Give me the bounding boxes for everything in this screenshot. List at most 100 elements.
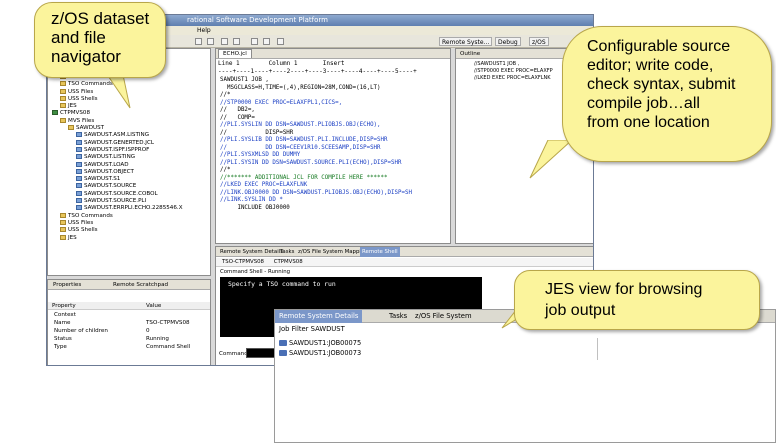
tree-item-label: CTPMVS08 <box>60 110 91 117</box>
source-editor[interactable]: ECHO.jcl Line 1 Column 1 Insert ----+---… <box>215 48 451 244</box>
perspective-debug[interactable]: Debug <box>495 37 521 46</box>
callout-navigator: z/OS dataset and file navigator <box>34 2 166 78</box>
forward-icon[interactable] <box>233 38 240 45</box>
folder-icon <box>60 212 66 218</box>
job-row[interactable]: SAWDUST1:JOB00073 <box>279 348 773 358</box>
shell-subtabs: TSO-CTPMVS08 CTPMVS08 <box>216 258 593 267</box>
dataset-icon <box>76 176 82 182</box>
tree-item-label: SAWDUST.S1 <box>84 176 121 183</box>
folder-icon <box>60 88 66 94</box>
run-icon[interactable] <box>263 38 270 45</box>
code-line[interactable]: //PLI.SYSIN DD DSN=SAWDUST.SOURCE.PLI(EC… <box>220 160 448 168</box>
callout-jes-text: JES view for browsing job output <box>545 281 703 319</box>
folder-icon <box>60 103 66 109</box>
tab-properties[interactable]: Properties <box>50 280 84 290</box>
code-line[interactable]: INCLUDE OBJ0000 <box>220 205 448 213</box>
folder-icon <box>60 219 66 225</box>
folder-icon <box>60 81 66 87</box>
tree-item[interactable]: JES <box>60 234 77 243</box>
tree-item-label: SAWDUST.OBJECT <box>84 168 134 175</box>
folder-icon <box>68 125 74 130</box>
tab-remote-system-details[interactable]: Remote System Details <box>218 247 285 257</box>
outline-item[interactable]: //SAWDUST1 JOB , <box>474 61 519 68</box>
code-line[interactable]: // DISP=SHR <box>220 130 448 138</box>
tab-echo-jcl[interactable]: ECHO.jcl <box>218 49 252 58</box>
subtab-ctpmvs08[interactable]: CTPMVS08 <box>274 259 303 265</box>
dataset-icon <box>76 198 82 203</box>
perspective-remote-systems[interactable]: Remote Syste... <box>439 37 493 46</box>
code-line[interactable]: //PLI.SYSLIB DD DSN=SAWDUST.PLI.INCLUDE,… <box>220 137 448 145</box>
tree-item-label: TSO Commands <box>68 212 113 219</box>
search-icon[interactable] <box>277 38 284 45</box>
code-line[interactable]: //STP0000 EXEC PROC=ELAXFPL1,CICS=, <box>220 100 448 108</box>
code-line[interactable]: //* <box>220 92 448 100</box>
save-icon[interactable] <box>207 38 214 45</box>
ruler-columns: ----+----1----+----2----+----3----+----4… <box>218 68 417 75</box>
properties-tabbar: Properties Remote Scratchpad <box>48 280 210 290</box>
code-line[interactable]: //LINK.OBJ0000 DD DSN=SAWDUST.PLIOBJS.OB… <box>220 190 448 198</box>
code-line[interactable]: SAWDUST1 JOB , <box>220 77 448 85</box>
tree-item-label: MVS Files <box>68 117 95 124</box>
code-line[interactable]: //PLI.SYSXMLSD DD DUMMY <box>220 152 448 160</box>
tab-remote-shell[interactable]: Remote Shell <box>360 247 400 257</box>
job-row[interactable]: SAWDUST1:JOB00075 <box>279 338 773 348</box>
outline-item[interactable]: //LKED EXEC PROC=ELAXFLNK <box>474 75 551 82</box>
tree-item-label: USS Shells <box>68 95 98 102</box>
tree-item-label: JES <box>68 234 77 241</box>
code-line[interactable]: // DB2=, <box>220 107 448 115</box>
tree-item-label: SAWDUST.SOURCE <box>84 183 137 190</box>
shell-prompt: Specify a TSO command to run <box>228 280 336 288</box>
system-icon <box>52 110 58 116</box>
code-line[interactable]: //LKED EXEC PROC=ELAXFLNK <box>220 182 448 190</box>
outline-item[interactable]: //STP0000 EXEC PROC=ELAXFP <box>474 68 553 75</box>
job-icon <box>279 350 287 356</box>
callout-editor: Configurable source editor; write code, … <box>562 26 772 162</box>
dataset-icon <box>76 190 82 196</box>
properties-header: Property Value <box>48 302 210 310</box>
code-line[interactable]: // DD DSN=CEEV1R10.SCEESAMP,DISP=SHR <box>220 145 448 153</box>
tree-item-label: SAWDUST.LISTING <box>84 154 136 161</box>
code-line[interactable]: //LINK.SYSLIN DD * <box>220 197 448 205</box>
tree-item-label: SAWDUST.ERRPLI.ECHO.2285546.X <box>84 205 183 212</box>
dataset-icon <box>76 146 82 152</box>
ruler-status: Line 1 Column 1 Insert <box>218 60 345 67</box>
property-row: Number of children 0 <box>54 328 150 334</box>
perspective-zos[interactable]: z/OS <box>529 37 549 46</box>
callout-jes: JES view for browsing job output <box>514 270 760 330</box>
tab-tasks[interactable]: Tasks <box>385 310 411 323</box>
code-line[interactable]: //* <box>220 167 448 175</box>
code-line[interactable]: //PLI.SYSLIN DD DSN=SAWDUST.PLIOBJS.OBJ(… <box>220 122 448 130</box>
property-row: Status Running <box>54 336 169 342</box>
dataset-icon <box>76 161 82 167</box>
new-icon[interactable] <box>195 38 202 45</box>
tab-remote-scratchpad[interactable]: Remote Scratchpad <box>110 280 171 290</box>
editor-ruler: Line 1 Column 1 Insert ----+----1----+--… <box>218 60 448 76</box>
callout-editor-text: Configurable source editor; write code, … <box>587 38 736 131</box>
tree-item-label: SAWDUST.SOURCE.PLI <box>84 198 147 204</box>
jcl-code[interactable]: SAWDUST1 JOB , MSGCLASS=H,TIME=(,4),REGI… <box>220 77 448 212</box>
back-icon[interactable] <box>221 38 228 45</box>
code-line[interactable]: // COMP= <box>220 115 448 123</box>
dataset-icon <box>76 168 82 174</box>
debug-icon[interactable] <box>251 38 258 45</box>
dataset-icon <box>76 205 82 211</box>
code-line[interactable]: MSGCLASS=H,TIME=(,4),REGION=28M,COND=(16… <box>220 85 448 93</box>
tab-remote-system-details[interactable]: Remote System Details <box>275 310 363 323</box>
tab-tasks[interactable]: Tasks <box>278 247 296 257</box>
properties-panel: Properties Remote Scratchpad Property Va… <box>47 279 211 365</box>
callout-navigator-text: z/OS dataset and file navigator <box>51 9 150 66</box>
folder-icon <box>60 117 66 123</box>
tree-item-label: SAWDUST.GENERTED.JCL <box>84 139 154 146</box>
dataset-icon <box>76 132 82 138</box>
code-line[interactable]: //******* ADDITIONAL JCL FOR COMPILE HER… <box>220 175 448 183</box>
job-filter-label: Job Filter SAWDUST <box>279 325 345 333</box>
tree-item-label: SAWDUST.ASM.LISTING <box>84 132 150 139</box>
dataset-icon <box>76 183 82 189</box>
subtab-tso[interactable]: TSO-CTPMVS08 <box>222 259 264 265</box>
tab-zos-file-system[interactable]: z/OS File System <box>411 310 476 323</box>
tab-zos-file-system-mapping[interactable]: z/OS File System Mapping <box>296 247 370 257</box>
property-row: Context <box>54 312 76 318</box>
tree-item-label: SAWDUST <box>76 125 105 131</box>
folder-icon <box>60 227 66 233</box>
property-row: Name TSO-CTPMVS08 <box>54 320 190 326</box>
